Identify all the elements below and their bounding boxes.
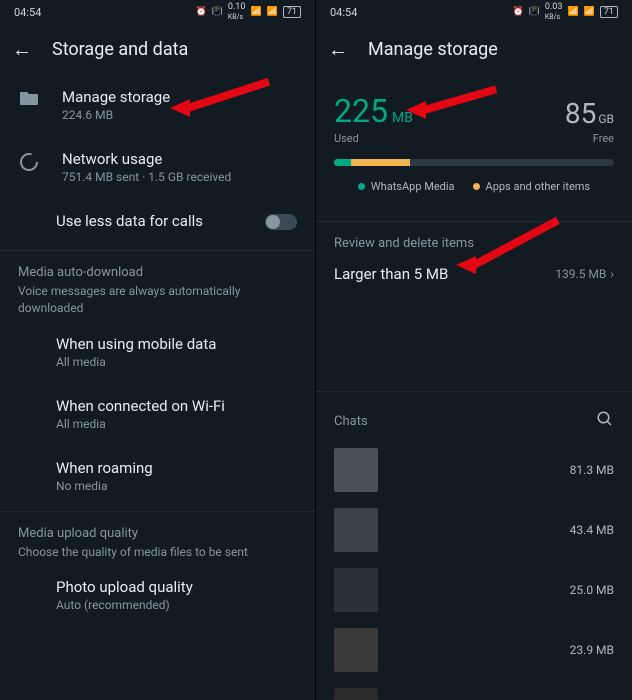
- chat-thumb: [334, 628, 378, 672]
- network-icon: [18, 152, 40, 172]
- status-indicators: ⏰ 📳 0.03KB/s 📶 📶 71: [512, 2, 618, 22]
- vibrate-icon: 📳: [529, 7, 540, 17]
- search-icon[interactable]: [596, 410, 614, 432]
- chat-row[interactable]: 15.0 MB: [316, 680, 632, 700]
- section-desc: Voice messages are always automatically …: [18, 283, 297, 317]
- storage-summary: 225MB Used 85GB Free WhatsApp Media Apps…: [316, 74, 632, 217]
- chat-size: 81.3 MB: [570, 463, 614, 477]
- free-number: 85: [565, 97, 596, 130]
- divider: [0, 250, 315, 251]
- free-label: Free: [565, 132, 614, 145]
- roaming-item[interactable]: When roaming No media: [0, 445, 315, 507]
- divider: [316, 391, 632, 392]
- manage-storage-subtitle: 224.6 MB: [62, 108, 297, 122]
- divider: [0, 511, 315, 512]
- chevron-right-icon: ›: [610, 267, 614, 281]
- battery-icon: 71: [600, 6, 618, 18]
- chat-size: 25.0 MB: [570, 583, 614, 597]
- alarm-icon: ⏰: [195, 7, 206, 17]
- header: ← Manage storage: [316, 24, 632, 74]
- signal-icon: 📶: [267, 7, 278, 17]
- phone-storage-and-data: 04:54 ⏰ 📳 0.10KB/s 📶 📶 71 ← Storage and …: [0, 0, 316, 700]
- chat-row[interactable]: 81.3 MB: [316, 440, 632, 500]
- network-usage-title: Network usage: [62, 150, 297, 168]
- free-unit: GB: [598, 112, 614, 126]
- battery-icon: 71: [283, 6, 301, 18]
- back-arrow-icon[interactable]: ←: [328, 37, 348, 62]
- used-label: Used: [334, 132, 413, 145]
- folder-icon: [18, 90, 40, 106]
- signal-icon: 📶: [584, 7, 595, 17]
- phone-manage-storage: 04:54 ⏰ 📳 0.03KB/s 📶 📶 71 ← Manage stora…: [316, 0, 632, 700]
- vibrate-icon: 📳: [212, 7, 223, 17]
- header: ← Storage and data: [0, 24, 315, 74]
- review-section-label: Review and delete items: [316, 226, 632, 259]
- use-less-data-title: Use less data for calls: [56, 212, 243, 230]
- used-unit: MB: [392, 110, 413, 126]
- wifi-icon: 📶: [567, 7, 578, 17]
- storage-bar-whatsapp: [334, 159, 351, 166]
- larger-than-title: Larger than 5 MB: [334, 265, 448, 283]
- larger-than-item[interactable]: Larger than 5 MB 139.5 MB›: [316, 259, 632, 293]
- section-title: Media auto-download: [18, 265, 297, 280]
- wifi-item[interactable]: When connected on Wi-Fi All media: [0, 383, 315, 445]
- back-arrow-icon[interactable]: ←: [12, 37, 32, 62]
- page-title: Storage and data: [52, 39, 188, 60]
- chat-row[interactable]: 23.9 MB: [316, 620, 632, 680]
- status-time: 04:54: [14, 6, 41, 19]
- media-upload-quality-section: Media upload quality Choose the quality …: [0, 516, 315, 565]
- storage-legend: WhatsApp Media Apps and other items: [334, 166, 614, 209]
- manage-storage-item[interactable]: Manage storage 224.6 MB: [0, 74, 315, 136]
- photo-upload-quality-item[interactable]: Photo upload quality Auto (recommended): [0, 564, 315, 626]
- chat-thumb: [334, 448, 378, 492]
- status-time: 04:54: [330, 6, 357, 19]
- chats-section-label: Chats: [334, 414, 368, 429]
- alarm-icon: ⏰: [512, 7, 523, 17]
- legend-dot-yellow: [473, 183, 480, 190]
- used-number: 225: [334, 92, 388, 130]
- mobile-data-item[interactable]: When using mobile data All media: [0, 321, 315, 383]
- media-thumbnails[interactable]: [316, 293, 632, 379]
- chat-thumb: [334, 568, 378, 612]
- legend-dot-green: [358, 183, 365, 190]
- media-auto-download-section: Media auto-download Voice messages are a…: [0, 255, 315, 321]
- status-bar: 04:54 ⏰ 📳 0.03KB/s 📶 📶 71: [316, 0, 632, 24]
- larger-than-size: 139.5 MB›: [555, 267, 614, 281]
- network-usage-item[interactable]: Network usage 751.4 MB sent · 1.5 GB rec…: [0, 136, 315, 198]
- chat-thumb: [334, 508, 378, 552]
- wifi-icon: 📶: [250, 7, 261, 17]
- page-title: Manage storage: [368, 39, 498, 60]
- chat-row[interactable]: 43.4 MB: [316, 500, 632, 560]
- chat-size: 43.4 MB: [570, 523, 614, 537]
- divider: [316, 221, 632, 222]
- network-usage-subtitle: 751.4 MB sent · 1.5 GB received: [62, 170, 297, 184]
- chat-row[interactable]: 25.0 MB: [316, 560, 632, 620]
- use-less-data-toggle[interactable]: [265, 214, 297, 230]
- storage-bar: [334, 159, 614, 166]
- chat-thumb: [334, 688, 378, 700]
- chat-size: 23.9 MB: [570, 643, 614, 657]
- manage-storage-title: Manage storage: [62, 88, 297, 106]
- status-bar: 04:54 ⏰ 📳 0.10KB/s 📶 📶 71: [0, 0, 315, 24]
- use-less-data-item[interactable]: Use less data for calls: [0, 198, 315, 246]
- status-indicators: ⏰ 📳 0.10KB/s 📶 📶 71: [195, 2, 301, 22]
